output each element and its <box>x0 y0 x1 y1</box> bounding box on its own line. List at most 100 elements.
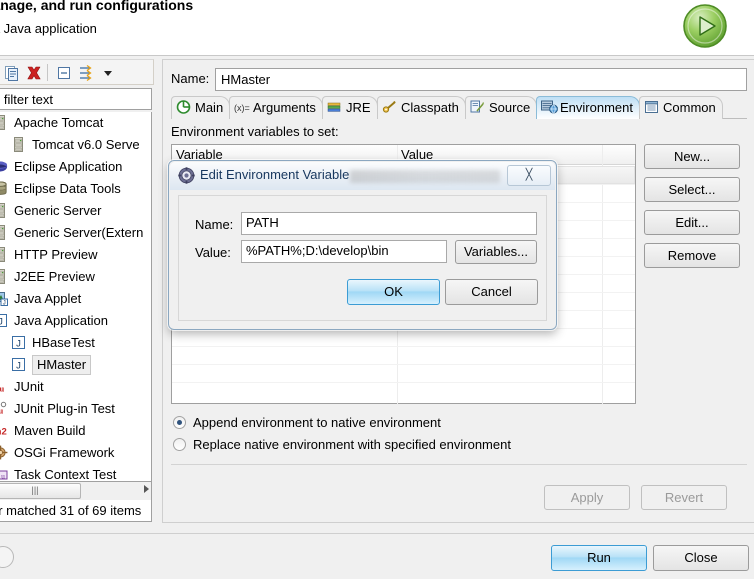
configurations-tree[interactable]: Apache Tomcat Tomcat v6.0 Serve Eclipse Ap… <box>0 112 152 482</box>
name-label: Name: <box>171 71 210 86</box>
tab-jre[interactable]: JRE <box>322 96 378 119</box>
tree-item[interactable]: Ju JUnit Plug-in Test <box>0 398 151 420</box>
filter-input[interactable]: e filter text <box>0 88 152 110</box>
new-variable-button[interactable]: New... <box>644 144 740 169</box>
configuration-name-input[interactable]: HMaster <box>215 68 747 91</box>
server-icon <box>0 115 10 131</box>
filter-status-text: er matched 31 of 69 items <box>0 500 152 522</box>
tree-item[interactable]: Ju Task Context Test <box>0 464 151 482</box>
svg-text:J: J <box>16 360 21 371</box>
dropdown-arrow-icon[interactable] <box>99 64 117 82</box>
tree-item-label: JUnit <box>14 379 44 394</box>
java-application-icon: J <box>11 357 28 373</box>
tree-item-label: Generic Server <box>14 203 102 218</box>
tree-item-label: Task Context Test <box>14 467 117 482</box>
tree-item-label: Java Application <box>14 313 108 328</box>
run-play-icon <box>681 2 729 50</box>
panel-divider <box>171 464 747 465</box>
tab-common[interactable]: Common <box>639 96 723 119</box>
configurations-tree-panel: e filter text Apache Tomcat Tomcat v6.0 S… <box>0 57 154 523</box>
eclipse-icon <box>0 159 10 175</box>
gear-icon <box>178 167 195 184</box>
database-icon <box>0 181 10 197</box>
junit-icon: Ju <box>0 379 10 395</box>
tree-item[interactable]: Eclipse Application <box>0 156 151 178</box>
environment-icon <box>541 99 558 114</box>
apply-button[interactable]: Apply <box>544 485 630 510</box>
radio-replace-environment[interactable]: Replace native environment with specifie… <box>171 434 747 456</box>
filter-icon[interactable] <box>77 64 95 82</box>
tab-source[interactable]: Source <box>465 96 538 119</box>
tree-item[interactable]: OSGi Framework <box>0 442 151 464</box>
server-icon <box>0 269 10 285</box>
tab-label: Arguments <box>253 100 316 115</box>
dialog-titlebar[interactable]: Edit Environment Variable ╳ <box>170 162 555 190</box>
run-button[interactable]: Run <box>551 545 647 571</box>
tree-item-label: HMaster <box>32 355 92 375</box>
row-divider <box>172 382 635 383</box>
arguments-icon: (x)= <box>234 99 251 113</box>
svg-text:(x)=: (x)= <box>234 103 250 113</box>
scroll-right-arrow-icon[interactable] <box>144 485 149 493</box>
variables-button[interactable]: Variables... <box>455 240 537 264</box>
delete-icon[interactable] <box>25 64 43 82</box>
tree-item[interactable]: Generic Server(Extern <box>0 222 151 244</box>
main-icon <box>176 99 193 114</box>
close-button[interactable]: Close <box>653 545 749 571</box>
dialog-value-label: Value: <box>195 245 231 260</box>
dialog-title: Edit Environment Variable <box>200 167 350 182</box>
tree-item[interactable]: m2 Maven Build <box>0 420 151 442</box>
dialog-body: Name: PATH Value: %PATH%;D:\develop\bin … <box>178 195 547 321</box>
dialog-name-label: Name: <box>195 217 234 232</box>
tab-label: Main <box>195 100 224 115</box>
server-icon <box>11 137 28 153</box>
tree-item[interactable]: Eclipse Data Tools <box>0 178 151 200</box>
java-application-icon: J <box>0 313 10 329</box>
remove-variable-button[interactable]: Remove <box>644 243 740 268</box>
tree-item[interactable]: J Java Application <box>0 310 151 332</box>
tree-item[interactable]: Tomcat v6.0 Serve <box>0 134 151 156</box>
radio-indicator-icon[interactable] <box>173 416 186 429</box>
tree-item[interactable]: Apache Tomcat <box>0 112 151 134</box>
tree-item[interactable]: J HBaseTest <box>0 332 151 354</box>
radio-label: Append environment to native environment <box>193 415 441 430</box>
tree-item-label: Maven Build <box>14 423 86 438</box>
tree-horizontal-scrollbar[interactable]: ||| <box>0 482 152 500</box>
maven-icon: m2 <box>0 423 10 439</box>
toolbar-divider <box>47 64 48 81</box>
tree-toolbar <box>0 59 154 85</box>
server-icon <box>0 247 10 263</box>
tree-item[interactable]: J Java Applet <box>0 288 151 310</box>
radio-indicator-icon[interactable] <box>173 438 186 451</box>
dialog-value-input[interactable]: %PATH%;D:\develop\bin <box>241 240 447 263</box>
dialog-ok-button[interactable]: OK <box>347 279 440 305</box>
tab-classpath[interactable]: Classpath <box>377 96 466 119</box>
edit-variable-button[interactable]: Edit... <box>644 210 740 235</box>
radio-append-environment[interactable]: Append environment to native environment <box>171 412 747 434</box>
svg-text:J: J <box>3 300 6 306</box>
java-applet-icon: J <box>0 291 10 307</box>
tree-item-label: JUnit Plug-in Test <box>14 401 115 416</box>
close-icon[interactable]: ╳ <box>507 165 551 186</box>
tree-item[interactable]: Ju JUnit <box>0 376 151 398</box>
help-icon[interactable] <box>0 546 14 568</box>
dialog-cancel-button[interactable]: Cancel <box>445 279 538 305</box>
tree-item[interactable]: Generic Server <box>0 200 151 222</box>
server-icon <box>0 225 10 241</box>
tree-item-label: OSGi Framework <box>14 445 115 460</box>
tree-item[interactable]: HTTP Preview <box>0 244 151 266</box>
revert-button[interactable]: Revert <box>641 485 727 510</box>
configuration-tabs[interactable]: Main (x)= Arguments JRE Classpath Source Envir… <box>171 96 747 119</box>
dialog-name-input[interactable]: PATH <box>241 212 537 235</box>
tree-item[interactable]: J HMaster <box>0 354 151 376</box>
scrollbar-thumb[interactable]: ||| <box>0 483 81 499</box>
select-variable-button[interactable]: Select... <box>644 177 740 202</box>
collapse-all-icon[interactable] <box>55 64 73 82</box>
tree-item[interactable]: J2EE Preview <box>0 266 151 288</box>
radio-label: Replace native environment with specifie… <box>193 437 511 452</box>
tab-main[interactable]: Main <box>171 96 231 119</box>
tab-arguments[interactable]: (x)= Arguments <box>229 96 323 119</box>
tab-environment[interactable]: Environment <box>536 96 640 119</box>
new-configuration-icon[interactable] <box>3 64 21 82</box>
source-icon <box>470 99 487 113</box>
